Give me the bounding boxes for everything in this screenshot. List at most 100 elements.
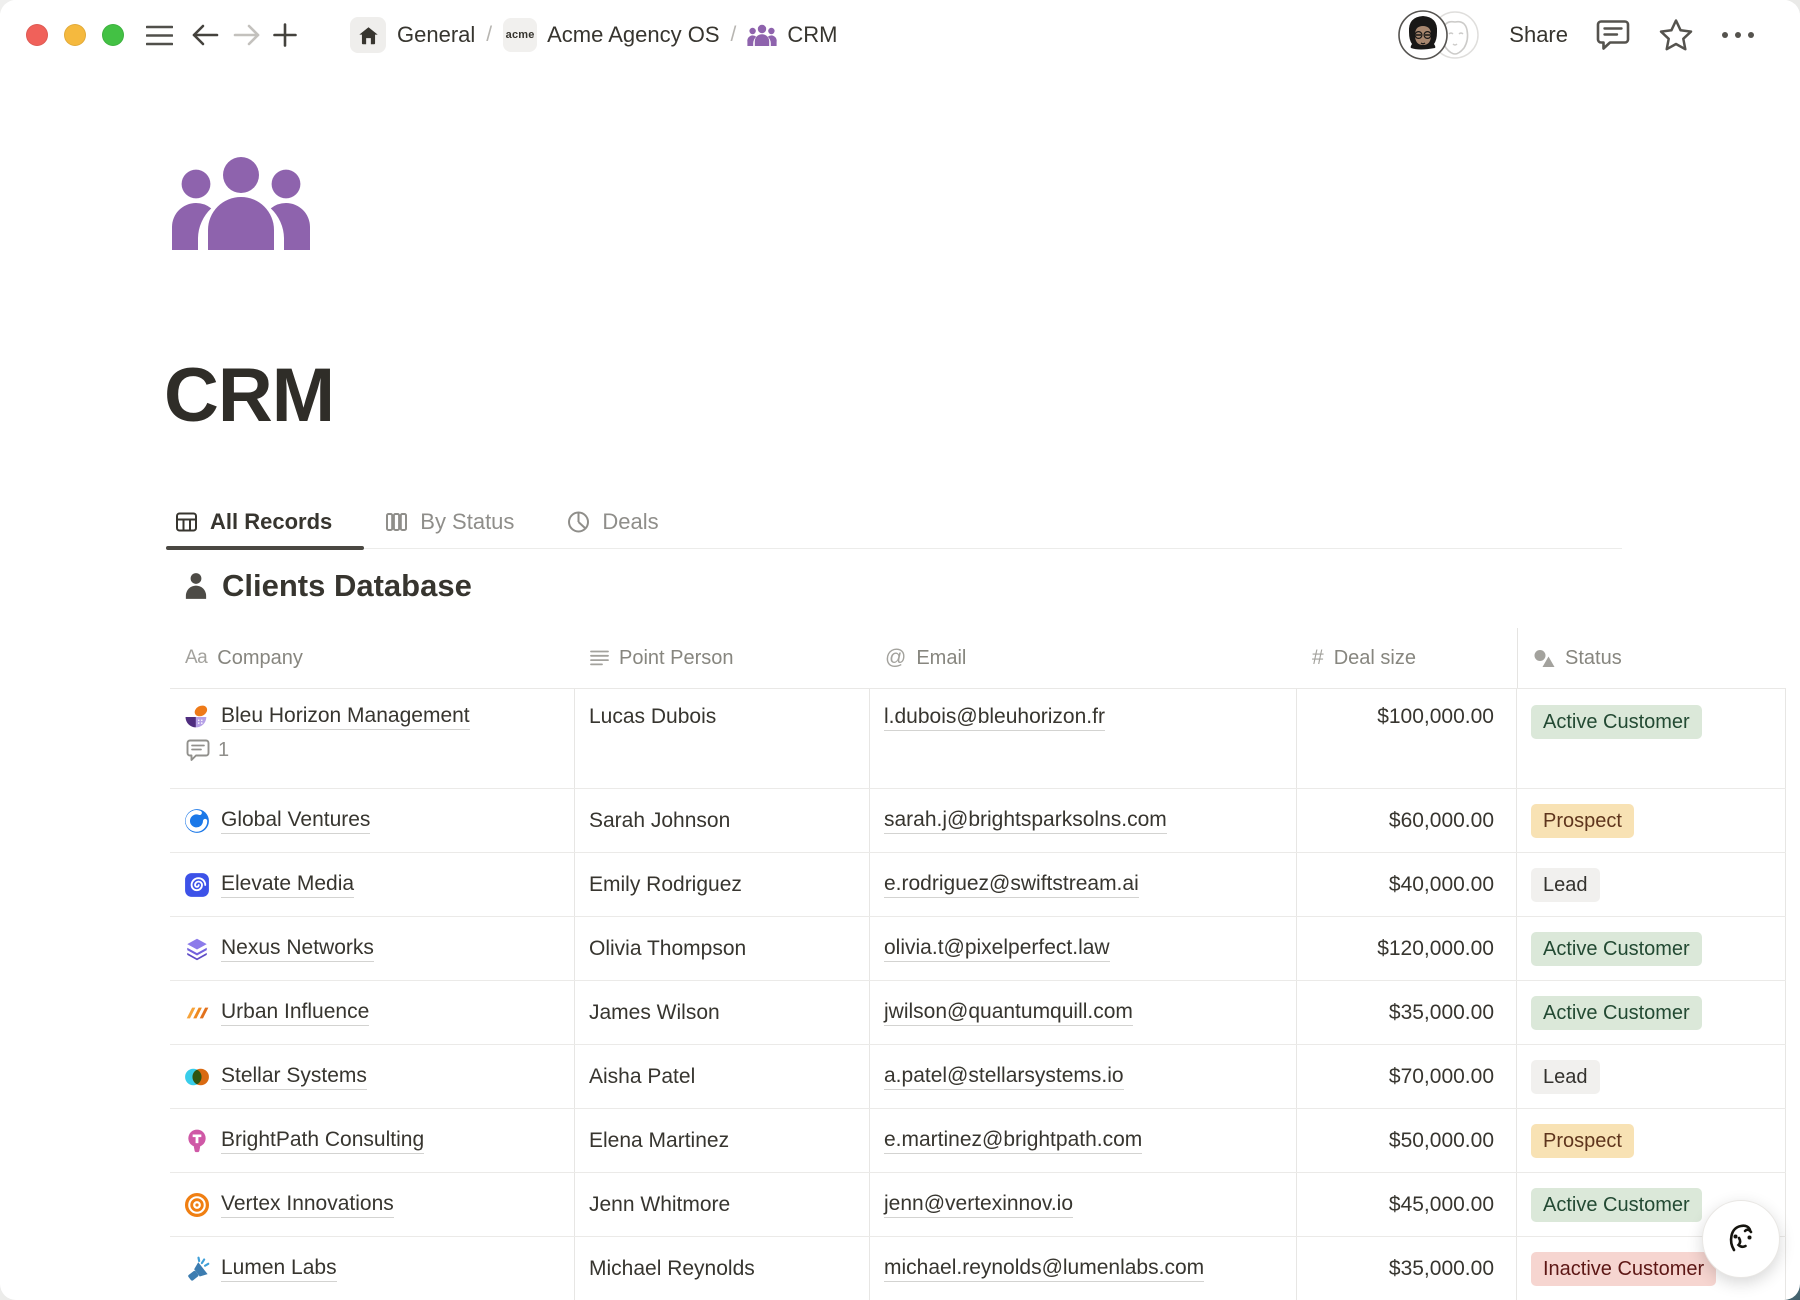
company-link[interactable]: Urban Influence — [221, 1000, 369, 1026]
column-header-status[interactable]: Status — [1517, 628, 1786, 688]
email-link[interactable]: jwilson@quantumquill.com — [884, 1000, 1133, 1026]
column-header-company[interactable]: Aa Company — [170, 628, 575, 688]
status-cell[interactable]: Active Customer — [1517, 917, 1786, 980]
point-person-cell[interactable]: Michael Reynolds — [575, 1237, 870, 1300]
point-person-cell[interactable]: Olivia Thompson — [575, 917, 870, 980]
column-label: Status — [1565, 647, 1622, 670]
close-window-button[interactable] — [26, 24, 48, 46]
breadcrumb-label: General — [397, 22, 475, 48]
breadcrumb-item-acme-agency-os[interactable]: acme Acme Agency OS — [503, 18, 719, 52]
company-logo-urban-influence — [184, 1000, 210, 1026]
number-property-icon: # — [1312, 646, 1324, 670]
deal-size-cell[interactable]: $100,000.00 — [1297, 689, 1517, 788]
company-link[interactable]: Nexus Networks — [221, 936, 374, 962]
company-link[interactable]: Lumen Labs — [221, 1256, 337, 1282]
app-window: General / acme Acme Agency OS / CRM — [0, 0, 1800, 1300]
status-badge: Active Customer — [1531, 996, 1702, 1030]
email-link[interactable]: e.rodriguez@swiftstream.ai — [884, 872, 1139, 898]
home-icon[interactable] — [350, 17, 386, 53]
point-person-cell[interactable]: Sarah Johnson — [575, 789, 870, 852]
company-link[interactable]: Stellar Systems — [221, 1064, 367, 1090]
board-icon — [384, 510, 409, 534]
new-tab-icon[interactable] — [270, 0, 300, 70]
text-property-icon — [590, 650, 609, 666]
company-logo-vertex — [184, 1192, 210, 1218]
email-link[interactable]: jenn@vertexinnov.io — [884, 1192, 1073, 1218]
table-row: Bleu Horizon Management 1 Lucas Dubois l… — [170, 689, 1786, 789]
point-person-cell[interactable]: Emily Rodriguez — [575, 853, 870, 916]
tab-deals[interactable]: Deals — [562, 496, 662, 548]
status-badge: Active Customer — [1531, 1188, 1702, 1222]
acme-workspace-icon: acme — [503, 18, 537, 52]
point-person-cell[interactable]: James Wilson — [575, 981, 870, 1044]
notion-ai-button[interactable] — [1702, 1200, 1780, 1278]
comment-count[interactable]: 1 — [186, 739, 229, 762]
comments-icon[interactable] — [1596, 19, 1630, 51]
point-person-cell[interactable]: Jenn Whitmore — [575, 1173, 870, 1236]
status-cell[interactable]: Lead — [1517, 853, 1786, 916]
status-cell[interactable]: Prospect — [1517, 789, 1786, 852]
company-link[interactable]: Global Ventures — [221, 808, 370, 834]
deal-size-cell[interactable]: $40,000.00 — [1297, 853, 1517, 916]
pie-chart-icon — [566, 510, 591, 534]
tab-by-status[interactable]: By Status — [380, 496, 518, 548]
status-cell[interactable]: Lead — [1517, 1045, 1786, 1108]
deal-size-cell[interactable]: $45,000.00 — [1297, 1173, 1517, 1236]
page-icon-people-group[interactable] — [170, 156, 312, 255]
company-link[interactable]: BrightPath Consulting — [221, 1128, 424, 1154]
table-icon — [174, 510, 199, 534]
status-cell[interactable]: Prospect — [1517, 1109, 1786, 1172]
column-header-email[interactable]: @ Email — [870, 628, 1297, 688]
point-person-cell[interactable]: Elena Martinez — [575, 1109, 870, 1172]
breadcrumb-separator: / — [486, 23, 492, 47]
point-person-cell[interactable]: Lucas Dubois — [575, 689, 870, 788]
company-link[interactable]: Bleu Horizon Management — [221, 704, 470, 730]
favorite-star-icon[interactable] — [1658, 18, 1694, 52]
status-cell[interactable]: Active Customer — [1517, 981, 1786, 1044]
table-header-row: Aa Company Point Person @ Email # Deal s… — [170, 628, 1786, 689]
minimize-window-button[interactable] — [64, 24, 86, 46]
collaborator-avatars[interactable] — [1397, 10, 1481, 60]
status-badge: Lead — [1531, 1060, 1600, 1094]
share-button[interactable]: Share — [1509, 22, 1568, 48]
email-link[interactable]: l.dubois@bleuhorizon.fr — [884, 705, 1105, 731]
forward-icon[interactable] — [232, 0, 262, 70]
column-header-point-person[interactable]: Point Person — [575, 628, 870, 688]
company-link[interactable]: Vertex Innovations — [221, 1192, 394, 1218]
status-property-icon — [1533, 648, 1555, 668]
back-icon[interactable] — [190, 0, 220, 70]
email-property-icon: @ — [885, 646, 906, 670]
tab-label: All Records — [210, 509, 332, 535]
tab-all-records[interactable]: All Records — [170, 496, 336, 548]
table-row: Stellar Systems Aisha Patel a.patel@stel… — [170, 1045, 1786, 1109]
company-logo-nexus-networks — [184, 936, 210, 962]
point-person-cell[interactable]: Aisha Patel — [575, 1045, 870, 1108]
deal-size-cell[interactable]: $60,000.00 — [1297, 789, 1517, 852]
email-link[interactable]: e.martinez@brightpath.com — [884, 1128, 1142, 1154]
deal-size-cell[interactable]: $70,000.00 — [1297, 1045, 1517, 1108]
company-link[interactable]: Elevate Media — [221, 872, 354, 898]
status-cell[interactable]: Active Customer — [1517, 689, 1786, 788]
table-row: Urban Influence James Wilson jwilson@qua… — [170, 981, 1786, 1045]
email-link[interactable]: sarah.j@brightsparksolns.com — [884, 808, 1167, 834]
column-header-deal-size[interactable]: # Deal size — [1297, 628, 1517, 688]
zoom-window-button[interactable] — [102, 24, 124, 46]
email-link[interactable]: a.patel@stellarsystems.io — [884, 1064, 1124, 1090]
breadcrumb-label: CRM — [787, 22, 837, 48]
person-icon — [183, 572, 209, 600]
table-row: Global Ventures Sarah Johnson sarah.j@br… — [170, 789, 1786, 853]
status-badge: Active Customer — [1531, 932, 1702, 966]
deal-size-cell[interactable]: $50,000.00 — [1297, 1109, 1517, 1172]
breadcrumb-item-general[interactable]: General — [397, 22, 475, 48]
breadcrumb-item-crm[interactable]: CRM — [747, 22, 837, 48]
status-badge: Prospect — [1531, 1124, 1634, 1158]
deal-size-cell[interactable]: $120,000.00 — [1297, 917, 1517, 980]
people-icon — [747, 24, 777, 46]
email-link[interactable]: michael.reynolds@lumenlabs.com — [884, 1256, 1204, 1282]
more-options-icon[interactable] — [1722, 32, 1754, 38]
sidebar-menu-icon[interactable] — [144, 0, 174, 70]
deal-size-cell[interactable]: $35,000.00 — [1297, 981, 1517, 1044]
deal-size-cell[interactable]: $35,000.00 — [1297, 1237, 1517, 1300]
email-link[interactable]: olivia.t@pixelperfect.law — [884, 936, 1110, 962]
comment-icon — [186, 739, 210, 762]
